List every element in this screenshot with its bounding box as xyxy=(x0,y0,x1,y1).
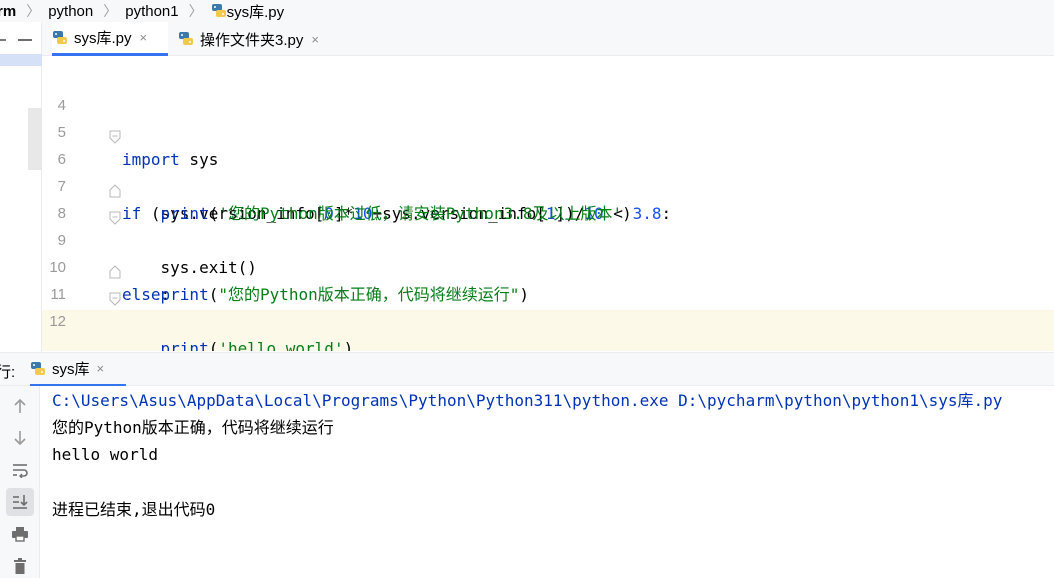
scroll-to-end-icon[interactable] xyxy=(6,488,34,516)
fold-end-icon[interactable] xyxy=(109,260,121,279)
code-editor[interactable]: 4 5 import sys 6 if (sys.version_info[0]… xyxy=(42,57,1054,351)
code-line[interactable]: 7 print('您的Python版本过低，请安装Python3.8及以上版本'… xyxy=(42,146,1054,223)
code-line[interactable]: 9 else: xyxy=(42,200,1054,304)
print-icon[interactable] xyxy=(6,520,34,548)
arrow-up-icon[interactable] xyxy=(6,392,34,420)
run-panel-label: 行: xyxy=(0,364,16,381)
console-output-line: hello world xyxy=(52,445,158,464)
console-exit-line: 进程已结束,退出代码0 xyxy=(52,500,216,519)
trash-icon[interactable] xyxy=(6,552,34,578)
collapse-icon[interactable] xyxy=(0,30,42,50)
tab-sys-py[interactable]: sys库.py × xyxy=(52,22,168,56)
python-run-icon xyxy=(30,361,46,377)
breadcrumb-separator: 〉 xyxy=(188,3,203,19)
breadcrumb-separator: 〉 xyxy=(103,3,118,19)
tab-label: 操作文件夹3.py xyxy=(200,31,304,49)
close-icon[interactable]: × xyxy=(140,30,148,45)
python-file-icon xyxy=(211,3,227,19)
editor-tab-bar: sys库.py × 操作文件夹3.py × xyxy=(42,22,1054,56)
project-panel-edge xyxy=(0,22,42,352)
run-tab-sys[interactable]: sys库 × xyxy=(30,353,126,387)
breadcrumb-item-file[interactable]: sys库.py xyxy=(211,0,285,22)
tab-label: sys库.py xyxy=(74,30,132,47)
breadcrumb-item-python[interactable]: python xyxy=(48,0,93,22)
breadcrumb-file-label: sys库.py xyxy=(226,3,285,21)
tab-folder-ops-py[interactable]: 操作文件夹3.py × xyxy=(178,22,338,56)
run-tab-label: sys库 xyxy=(52,361,90,378)
console-command-line: C:\Users\Asus\AppData\Local\Programs\Pyt… xyxy=(52,391,1003,410)
code-line[interactable]: 5 import sys xyxy=(42,92,1054,169)
fold-icon[interactable] xyxy=(109,287,121,306)
line-number: 12 xyxy=(49,313,66,330)
code-line[interactable]: 11 print('hello world') xyxy=(42,254,1054,351)
fold-icon[interactable] xyxy=(109,125,121,144)
code-line[interactable]: 10 print("您的Python版本正确，代码将继续运行") xyxy=(42,227,1054,304)
run-panel-header: 行: sys库 × xyxy=(0,352,1054,387)
python-file-icon xyxy=(52,30,68,46)
code-text: print('hello world') xyxy=(160,339,354,351)
run-toolbar xyxy=(0,386,40,578)
project-selection-strip xyxy=(0,54,42,66)
breadcrumb-separator: 〉 xyxy=(26,3,41,19)
code-line[interactable]: 12 # xyxy=(42,281,1054,330)
project-scrollbar-thumb[interactable] xyxy=(28,108,42,170)
close-icon[interactable]: × xyxy=(97,361,105,376)
soft-wrap-icon[interactable] xyxy=(6,456,34,484)
python-file-icon xyxy=(178,31,194,47)
close-icon[interactable]: × xyxy=(311,32,319,47)
breadcrumb: rm 〉 python 〉 python1 〉 sys库.py xyxy=(0,0,1054,22)
breadcrumb-item-app[interactable]: rm xyxy=(0,0,16,22)
code-line[interactable]: 6 if (sys.version_info[0]*10+sys.version… xyxy=(42,119,1054,223)
console-output-line: 您的Python版本正确，代码将继续运行 xyxy=(52,418,334,437)
arrow-down-icon[interactable] xyxy=(6,424,34,452)
run-console[interactable]: C:\Users\Asus\AppData\Local\Programs\Pyt… xyxy=(40,386,1054,578)
breadcrumb-item-python1[interactable]: python1 xyxy=(125,0,178,22)
fold-icon[interactable] xyxy=(109,206,121,225)
code-line[interactable]: 8 sys.exit() xyxy=(42,173,1054,277)
code-line[interactable]: 4 xyxy=(42,65,1054,114)
fold-end-icon[interactable] xyxy=(109,179,121,198)
